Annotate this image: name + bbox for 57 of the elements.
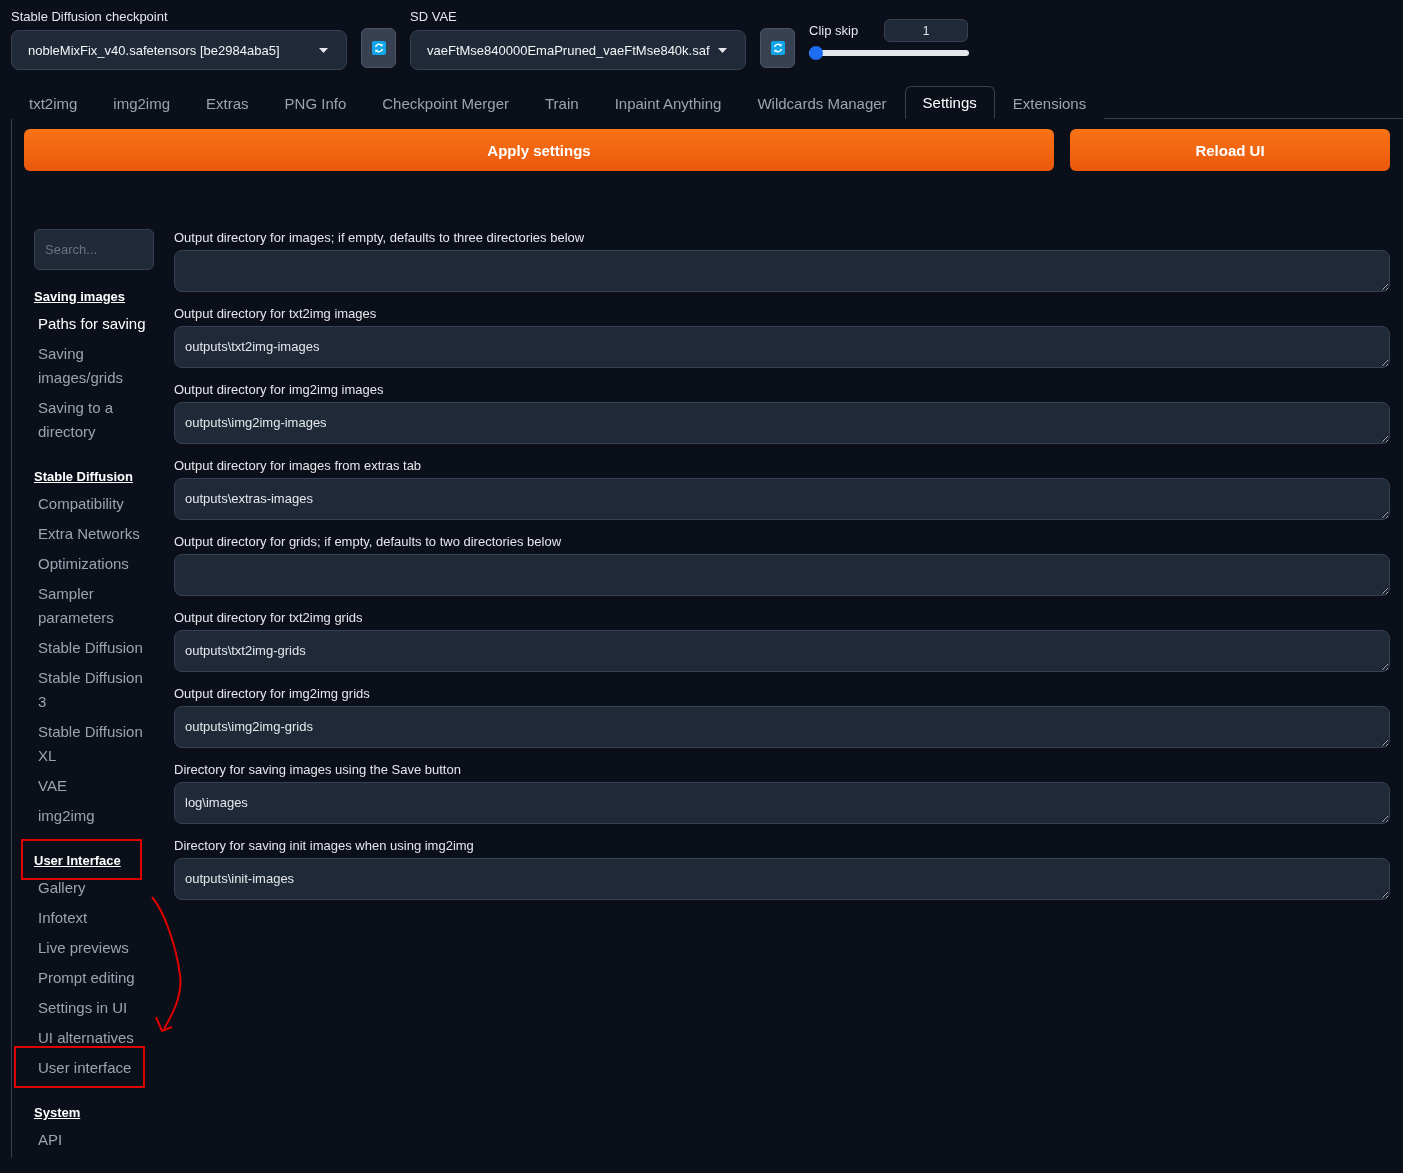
tab[interactable]: Settings [904, 86, 995, 119]
refresh-icon [371, 41, 386, 55]
sidebar-item[interactable]: Settings in UI [34, 996, 128, 1020]
sidebar-item[interactable]: Optimizations [34, 552, 129, 576]
sidebar-item[interactable]: Prompt editing [34, 966, 135, 990]
number-field[interactable]: 1 [884, 19, 969, 42]
checkpoint-dropdown[interactable]: nobleMixFix_v40.safetensors [be2984aba5] [11, 30, 347, 70]
vae-dropdown[interactable]: vaeFtMse840000EmaPruned_vaeFtMse840k.saf [410, 30, 746, 70]
sidebar-item[interactable]: Stable Diffusion XL [34, 720, 154, 768]
sidebar-item[interactable]: Saving images/grids [34, 342, 154, 390]
field-label: Stable Diffusion checkpoint [11, 8, 169, 26]
setting-label: Output directory for images from extras tab [174, 457, 423, 475]
section-link[interactable]: Stable Diffusion [34, 468, 133, 486]
sidebar-item[interactable]: Saving to a directory [34, 396, 154, 444]
path-field[interactable]: outputs\txt2img-images [174, 326, 1390, 368]
sidebar-item[interactable]: Stable Diffusion [34, 636, 143, 660]
path-field[interactable]: outputs\init-images [174, 858, 1390, 900]
path-field[interactable]: log\images [174, 782, 1390, 824]
sidebar-item[interactable]: API [34, 1128, 63, 1152]
sidebar-item[interactable]: Gallery [34, 876, 86, 900]
setting-label: Output directory for txt2img grids [174, 609, 364, 627]
caret-icon [718, 47, 727, 53]
refresh-button[interactable] [361, 28, 396, 68]
setting-label: Output directory for img2img grids [174, 685, 371, 703]
section-link[interactable]: System [34, 1104, 81, 1122]
sidebar-item[interactable]: Compatibility [34, 492, 124, 516]
sidebar-item[interactable]: Infotext [34, 906, 88, 930]
path-field[interactable]: outputs\img2img-grids [174, 706, 1390, 748]
setting-label: Directory for saving images using the Save button [174, 761, 462, 779]
refresh-icon [770, 41, 785, 55]
section-link[interactable]: User Interface [34, 852, 121, 870]
path-field[interactable]: outputs\img2img-images [174, 402, 1390, 444]
search-field[interactable]: Search... [34, 229, 154, 270]
path-field[interactable]: outputs\extras-images [174, 478, 1390, 520]
setting-label: Output directory for txt2img images [174, 305, 378, 323]
sidebar-item[interactable]: Stable Diffusion 3 [34, 666, 154, 714]
sidebar-item[interactable]: Paths for saving [34, 312, 146, 336]
sidebar-item[interactable]: img2img [34, 804, 95, 828]
sidebar-item[interactable]: Extra Networks [34, 522, 140, 546]
sidebar-item[interactable]: Sampler parameters [34, 582, 154, 630]
setting-label: Output directory for images; if empty, defaults to three directories below [174, 229, 586, 247]
sidebar-item[interactable]: Live previews [34, 936, 129, 960]
slider-thumb[interactable] [809, 46, 823, 60]
path-field[interactable]: outputs\txt2img-grids [174, 630, 1390, 672]
setting-label: Output directory for img2img images [174, 381, 385, 399]
sidebar-item[interactable]: User interface [34, 1056, 132, 1080]
caret-icon [319, 47, 328, 53]
setting-label: Directory for saving init images when using img2img [174, 837, 475, 855]
refresh-button[interactable] [760, 28, 795, 68]
sidebar-item[interactable]: VAE [34, 774, 67, 798]
field-label: Clip skip [809, 21, 859, 40]
section-link[interactable]: Saving images [34, 288, 126, 306]
path-field[interactable] [174, 250, 1390, 292]
sidebar-item[interactable]: UI alternatives [34, 1026, 134, 1050]
field-label: SD VAE [410, 8, 458, 26]
setting-label: Output directory for grids; if empty, defaults to two directories below [174, 533, 563, 551]
path-field[interactable] [174, 554, 1390, 596]
